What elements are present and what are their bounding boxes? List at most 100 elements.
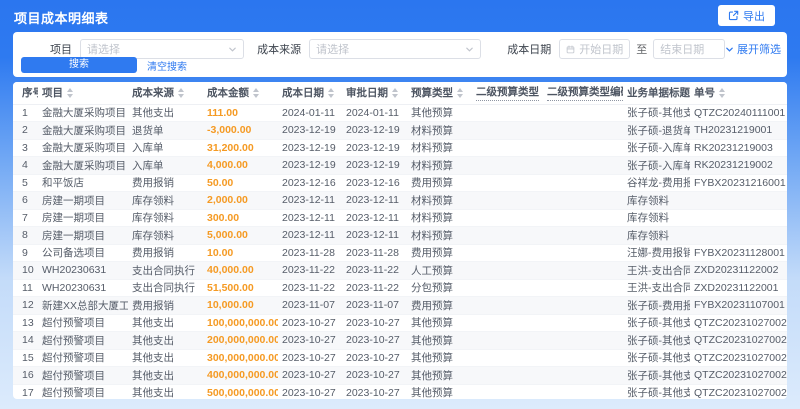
- cell-doc_no: FYBX20231107001: [690, 296, 787, 315]
- table-row: 8 房建一期项目 库存领料 5,000.00 2023-12-11 2023-12-11 材…: [13, 226, 787, 245]
- sort-asc-icon: [67, 87, 73, 92]
- column-label-project: 项目: [42, 87, 63, 100]
- cell-sub_budget_code: [543, 314, 623, 332]
- cell-project: 和平饭店: [38, 174, 128, 192]
- export-button[interactable]: 导出: [718, 5, 775, 26]
- cell-sub_budget_code: [543, 226, 623, 245]
- top-header-bar: 项目成本明细表 导出: [0, 0, 800, 32]
- sort-icon[interactable]: [67, 87, 73, 98]
- cell-doc_no: FYBX20231128001: [690, 244, 787, 262]
- cell-sub_budget_type: [472, 349, 543, 367]
- cell-no: 4: [13, 156, 38, 175]
- sort-icon[interactable]: [392, 87, 398, 98]
- column-header-sub_budget_type[interactable]: 二级预算类型: [472, 82, 543, 105]
- cell-audit_date: 2023-12-11: [342, 209, 407, 227]
- start-date-input[interactable]: 开始日期: [559, 39, 631, 59]
- sort-desc-icon: [67, 93, 73, 98]
- cell-sub_budget_code: [543, 191, 623, 210]
- cell-no: 3: [13, 139, 38, 157]
- cell-doc_title: 张子硕-入库单: [623, 156, 690, 175]
- cell-source: 支出合同执行: [128, 261, 203, 280]
- cell-budget_type: 其他预算: [407, 104, 472, 122]
- start-date-placeholder: 开始日期: [579, 44, 624, 56]
- end-date-input[interactable]: 结束日期: [653, 39, 725, 59]
- cell-cost_date: 2023-11-22: [278, 279, 342, 297]
- sort-desc-icon: [178, 93, 184, 98]
- table-row: 1 金融大厦采购项目 其他支出 111.00 2024-01-11 2024-01-11 其…: [13, 104, 787, 122]
- cell-source: 库存领料: [128, 226, 203, 245]
- table-row: 15 超付预警项目 其他支出 300,000,000.00 2023-10-27 2023…: [13, 349, 787, 367]
- cell-sub_budget_type: [472, 244, 543, 262]
- cell-audit_date: 2023-12-16: [342, 174, 407, 192]
- cell-sub_budget_code: [543, 209, 623, 227]
- cell-audit_date: 2023-11-22: [342, 279, 407, 297]
- column-header-doc_title[interactable]: 业务单据标题: [623, 82, 690, 105]
- cell-budget_type: 其他预算: [407, 349, 472, 367]
- column-header-project[interactable]: 项目: [38, 82, 128, 105]
- cell-cost_date: 2023-11-22: [278, 261, 342, 280]
- cell-budget_type: 材料预算: [407, 226, 472, 245]
- column-label-doc_title: 业务单据标题: [627, 87, 690, 100]
- cell-amount: -3,000.00: [203, 121, 278, 140]
- cell-sub_budget_type: [472, 191, 543, 210]
- cell-audit_date: 2023-10-27: [342, 331, 407, 350]
- cell-sub_budget_type: [472, 331, 543, 350]
- column-header-doc_no[interactable]: 单号: [690, 82, 787, 105]
- cell-audit_date: 2023-10-27: [342, 314, 407, 332]
- sort-icon[interactable]: [178, 87, 184, 98]
- column-header-amount[interactable]: 成本金额: [203, 82, 278, 105]
- sort-desc-icon: [392, 93, 398, 98]
- cell-project: 房建一期项目: [38, 191, 128, 210]
- table-row: 12新建XX总部大厦工程二期费用报销10,000.002023-11-07202…: [13, 296, 787, 315]
- column-header-sub_budget_code[interactable]: 二级预算类型编码: [543, 82, 623, 105]
- cell-project: 公司备选项目: [38, 244, 128, 262]
- cell-sub_budget_type: [472, 279, 543, 297]
- cell-doc_title: 张子硕-入库单: [623, 139, 690, 157]
- search-button[interactable]: 搜索: [21, 57, 137, 73]
- cell-doc_no: [690, 226, 787, 245]
- table-row: 17 超付预警项目 其他支出 500,000,000.00 2023-10-27 2023…: [13, 384, 787, 399]
- table-row: 9 公司备选项目 费用报销 10.00 2023-11-28 2023-11-28 费用预算…: [13, 244, 787, 262]
- column-label-source: 成本来源: [132, 87, 174, 100]
- project-filter-label: 项目: [50, 44, 72, 56]
- cell-budget_type: 其他预算: [407, 384, 472, 399]
- cell-no: 13: [13, 314, 38, 332]
- cell-sub_budget_type: [472, 174, 543, 192]
- cell-project: WH20230631: [38, 279, 128, 297]
- cell-cost_date: 2023-10-27: [278, 366, 342, 385]
- cell-sub_budget_type: [472, 156, 543, 175]
- column-header-cost_date[interactable]: 成本日期: [278, 82, 342, 105]
- cell-source: 库存领料: [128, 191, 203, 210]
- cell-no: 15: [13, 349, 38, 367]
- column-header-budget_type[interactable]: 预算类型: [407, 82, 472, 105]
- cell-amount: 300,000,000.00: [203, 349, 278, 367]
- sort-icon[interactable]: [328, 87, 334, 98]
- cell-budget_type: 材料预算: [407, 191, 472, 210]
- cell-sub_budget_type: [472, 104, 543, 122]
- cell-doc_no: ZXD20231122001: [690, 279, 787, 297]
- clear-search-link[interactable]: 清空搜索: [147, 58, 187, 73]
- expand-filter-link[interactable]: 展开筛选: [725, 41, 781, 57]
- column-header-audit_date[interactable]: 审批日期: [342, 82, 407, 105]
- column-header-source[interactable]: 成本来源: [128, 82, 203, 105]
- cell-cost_date: 2023-12-16: [278, 174, 342, 192]
- cell-budget_type: 材料预算: [407, 139, 472, 157]
- table-row: 4 金融大厦采购项目 入库单 4,000.00 2023-12-19 2023-12-19…: [13, 156, 787, 175]
- sort-icon[interactable]: [719, 87, 725, 98]
- cost-source-select[interactable]: 请选择: [309, 39, 482, 59]
- cell-sub_budget_code: [543, 366, 623, 385]
- cell-doc_no: QTZC20231027002: [690, 331, 787, 350]
- sort-desc-icon: [253, 93, 259, 98]
- cell-project: WH20230631: [38, 261, 128, 280]
- sort-icon[interactable]: [457, 87, 463, 98]
- table-row: 3 金融大厦采购项目 入库单 31,200.00 2023-12-19 2023-12-1…: [13, 139, 787, 157]
- cell-source: 支出合同执行: [128, 279, 203, 297]
- project-select[interactable]: 请选择: [80, 39, 245, 59]
- cell-cost_date: 2023-12-19: [278, 156, 342, 175]
- cell-sub_budget_code: [543, 174, 623, 192]
- sort-icon[interactable]: [253, 87, 259, 98]
- cell-sub_budget_code: [543, 121, 623, 140]
- table-row: 16 超付预警项目 其他支出 400,000,000.00 2023-10-27 2023…: [13, 366, 787, 385]
- filter-row: 项目 请选择 成本来源 请选择 成本日期 开始日期 至 结束日期 展开筛选: [13, 39, 787, 59]
- cell-doc_title: 张子硕-费用报销: [623, 296, 690, 315]
